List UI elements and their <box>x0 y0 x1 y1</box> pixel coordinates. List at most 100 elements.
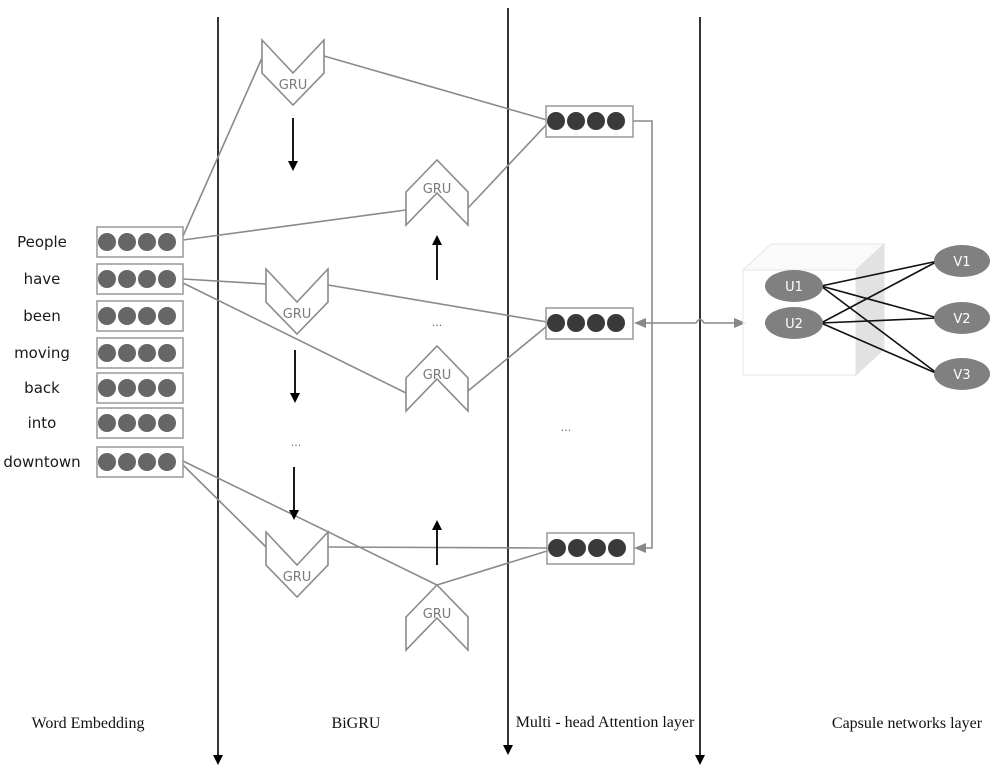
embedding-unit <box>138 233 156 251</box>
embedding-unit <box>158 344 176 362</box>
embedding-unit <box>158 233 176 251</box>
embedding-unit <box>158 414 176 432</box>
label-word-embedding: Word Embedding <box>32 715 145 732</box>
embedding-unit <box>138 307 156 325</box>
label-attention: Multi - head Attention layer <box>516 714 695 731</box>
embedding-unit <box>98 307 116 325</box>
connection-line <box>182 278 267 285</box>
embedding-unit <box>98 233 116 251</box>
embedding-row: downtown <box>3 446 184 478</box>
gru-label: GRU <box>423 607 452 622</box>
embedding-unit <box>158 270 176 288</box>
gru-cell-backward: GRU <box>405 158 469 227</box>
embedding-unit <box>118 379 136 397</box>
capsule-u1-label: U1 <box>785 280 803 295</box>
attention-unit <box>548 539 566 557</box>
connections <box>182 55 548 586</box>
capsule-v3-label: V3 <box>953 368 970 383</box>
attention-unit <box>567 112 585 130</box>
word-label: moving <box>14 344 70 362</box>
capsule-v1-label: V1 <box>953 255 970 270</box>
connection-line <box>182 464 267 548</box>
embedding-unit <box>118 344 136 362</box>
embedding-row: moving <box>14 337 184 369</box>
attention-unit <box>588 539 606 557</box>
gru-label: GRU <box>283 570 312 585</box>
embedding-unit <box>158 453 176 471</box>
embedding-unit <box>118 307 136 325</box>
attention-unit <box>547 112 565 130</box>
embedding-row: back <box>24 372 184 404</box>
embedding-unit <box>138 344 156 362</box>
capsule-v2-label: V2 <box>953 312 970 327</box>
capsule-cube <box>741 242 886 377</box>
embedding-row: been <box>23 300 184 332</box>
attention-unit <box>567 314 585 332</box>
word-label: into <box>28 414 57 432</box>
embedding-row: have <box>24 263 184 295</box>
embedding-unit <box>98 270 116 288</box>
attention-unit <box>587 112 605 130</box>
layer-labels: Word Embedding BiGRU Multi - head Attent… <box>32 714 983 732</box>
embedding-unit <box>138 453 156 471</box>
embedding-unit <box>158 379 176 397</box>
embedding-unit <box>118 453 136 471</box>
gru-label: GRU <box>423 368 452 383</box>
attention-unit <box>607 314 625 332</box>
word-label: downtown <box>3 453 80 471</box>
attention-unit <box>587 314 605 332</box>
label-capsule: Capsule networks layer <box>832 715 983 732</box>
bigru-capsule-architecture-diagram: GRU GRU GRU GRU GRU GRU ... ... ... People hav… <box>3 8 990 765</box>
attention-unit <box>547 314 565 332</box>
word-embeddings: People have been moving back into downtown <box>3 226 184 478</box>
gru-cell-forward: GRU <box>265 266 329 336</box>
gru-cell-backward: GRU <box>405 583 469 652</box>
ellipsis-bigru-forward: ... <box>291 436 302 449</box>
word-label: have <box>24 270 61 288</box>
gru-cell-forward: GRU <box>261 37 325 107</box>
attention-feedback-line <box>633 120 653 553</box>
gru-label: GRU <box>423 182 452 197</box>
embedding-unit <box>98 344 116 362</box>
attention-unit <box>607 112 625 130</box>
word-label: People <box>17 233 67 251</box>
word-label: been <box>23 307 61 325</box>
embedding-unit <box>98 453 116 471</box>
gru-label: GRU <box>283 307 312 322</box>
embedding-unit <box>118 233 136 251</box>
word-label: back <box>24 379 60 397</box>
attention-unit <box>568 539 586 557</box>
connection-line <box>182 209 407 241</box>
embedding-row: People <box>17 226 184 258</box>
gru-shape <box>265 266 329 336</box>
attention-unit <box>608 539 626 557</box>
capsule-u2-label: U2 <box>785 317 803 332</box>
embedding-unit <box>98 379 116 397</box>
gru-shape <box>261 37 325 107</box>
gru-cell-backward: GRU <box>405 344 469 413</box>
ellipsis-attention: ... <box>561 421 572 434</box>
embedding-unit <box>138 379 156 397</box>
embedding-unit <box>158 307 176 325</box>
gru-label: GRU <box>279 78 308 93</box>
ellipsis-bigru-backward: ... <box>432 316 443 329</box>
label-bigru: BiGRU <box>332 715 381 732</box>
embedding-unit <box>138 270 156 288</box>
output-capsules: V1 V2 V3 <box>934 245 990 390</box>
gru-cell-forward: GRU <box>265 529 329 599</box>
gru-shape <box>265 529 329 599</box>
embedding-unit <box>138 414 156 432</box>
attention-vectors <box>545 105 635 565</box>
connection-line <box>182 57 263 237</box>
connection-line <box>436 550 548 586</box>
attention-vector <box>546 532 635 565</box>
attention-vector <box>545 307 634 340</box>
attention-connectors <box>633 120 746 553</box>
embedding-unit <box>98 414 116 432</box>
embedding-unit <box>118 270 136 288</box>
connection-line <box>323 55 548 121</box>
attention-vector <box>545 105 634 138</box>
embedding-row: into <box>28 407 184 439</box>
attention-to-capsule-arrow <box>652 318 746 328</box>
capsule-network: U1 U2 V1 V2 V3 <box>741 242 990 390</box>
